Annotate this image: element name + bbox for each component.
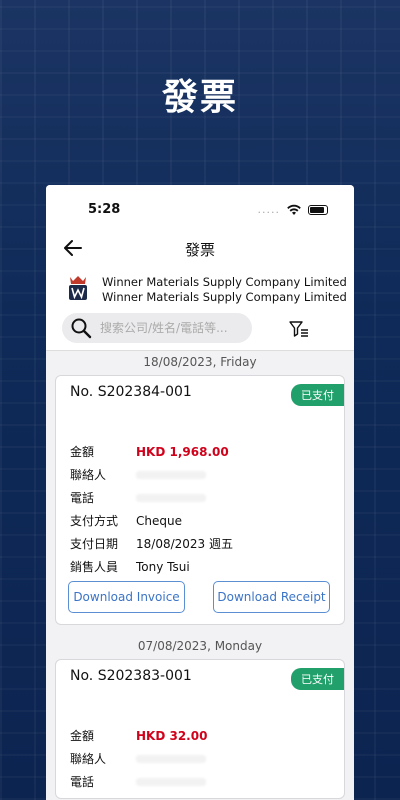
status-bar: 5:28 ..... [46,185,354,231]
status-badge: 已支付 [291,668,344,690]
status-badge: 已支付 [291,384,344,406]
nav-bar: 發票 [46,231,354,269]
search-icon [71,318,92,339]
filter-icon[interactable] [288,319,310,339]
search-bar[interactable] [62,313,252,343]
detail-row: 電話 [70,770,207,793]
detail-label: 銷售人員 [70,560,119,574]
detail-label: 金額 [70,445,95,459]
detail-row: 聯絡人 [70,463,233,486]
amount-value: HKD 1,968.00 [136,444,229,459]
detail-row: 金額 HKD 32.00 [70,724,207,747]
status-icons: ..... [258,203,328,216]
company-names: Winner Materials Supply Company Limited … [102,275,347,305]
company-name-line: Winner Materials Supply Company Limited [102,275,347,289]
detail-row: 金額 HKD 1,968.00 [70,440,233,463]
company-logo-icon [69,276,87,300]
detail-row: 銷售人員 Tony Tsui [70,555,233,578]
download-receipt-button[interactable]: Download Receipt [213,581,330,613]
invoice-details: 金額 HKD 32.00 聯絡人 電話 [70,724,207,793]
detail-label: 金額 [70,729,95,743]
download-invoice-button[interactable]: Download Invoice [68,581,185,613]
download-buttons: Download Invoice Download Receipt [68,581,330,613]
date-group-header: 18/08/2023, Friday [143,355,257,369]
invoice-number: No. S202384-001 [70,384,192,400]
redacted-value [136,470,206,479]
detail-row: 聯絡人 [70,747,207,770]
company-header: Winner Materials Supply Company Limited … [46,269,354,309]
invoice-number: No. S202383-001 [70,668,192,684]
invoice-card[interactable]: No. S202384-001 已支付 金額 HKD 1,968.00 聯絡人 … [55,375,345,625]
detail-row: 支付方式 Cheque [70,509,233,532]
detail-label: 聯絡人 [70,468,107,482]
payment-method-value: Cheque [136,513,182,528]
detail-label: 電話 [70,775,95,789]
detail-label: 支付方式 [70,514,119,528]
invoice-card[interactable]: No. S202383-001 已支付 金額 HKD 32.00 聯絡人 電話 [55,659,345,799]
amount-value: HKD 32.00 [136,728,208,743]
detail-label: 支付日期 [70,537,119,551]
search-input[interactable] [100,318,248,338]
invoice-details: 金額 HKD 1,968.00 聯絡人 電話 支付方式 Cheque 支付日期 … [70,440,233,578]
detail-row: 支付日期 18/08/2023 週五 [70,532,233,555]
salesperson-value: Tony Tsui [136,559,190,574]
payment-date-value: 18/08/2023 週五 [136,537,233,551]
redacted-value [136,777,206,786]
status-time: 5:28 [88,202,121,217]
redacted-value [136,493,206,502]
redacted-value [136,754,206,763]
company-name-line: Winner Materials Supply Company Limited [102,290,347,304]
search-row [46,309,354,351]
date-group-header: 07/08/2023, Monday [137,639,263,653]
wifi-icon [287,204,301,215]
detail-row: 電話 [70,486,233,509]
detail-label: 電話 [70,491,95,505]
phone-screen: 5:28 ..... 發票 Winner Materials Supply Co… [46,185,354,800]
detail-label: 聯絡人 [70,752,107,766]
page-title: 發票 [184,241,215,259]
signal-icon: ..... [257,203,280,216]
hero-title: 發票 [161,77,238,118]
battery-icon [308,204,328,215]
